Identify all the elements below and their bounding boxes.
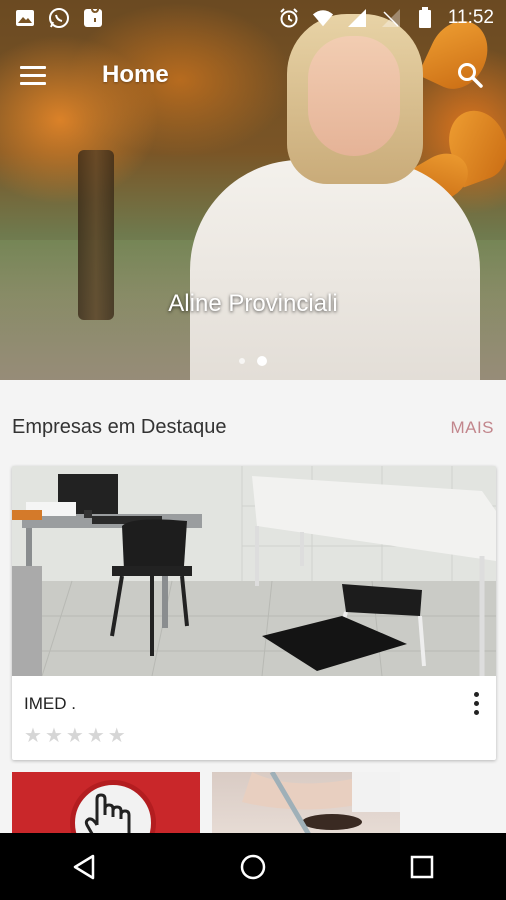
- rating-stars: ★ ★ ★ ★ ★: [24, 726, 126, 746]
- carousel-dot[interactable]: [239, 358, 245, 364]
- alarm-icon: [278, 7, 300, 29]
- star-icon: ★: [86, 725, 105, 747]
- status-time: 11:52: [447, 7, 494, 28]
- company-card[interactable]: IMED . ★ ★ ★ ★ ★: [12, 466, 496, 760]
- carousel-dot-active[interactable]: [257, 356, 267, 366]
- company-card-thumbnail[interactable]: [212, 772, 400, 840]
- status-bar: 11:52: [0, 0, 506, 36]
- more-options-icon[interactable]: [466, 688, 486, 718]
- section-title: Empresas em Destaque: [12, 416, 227, 438]
- wifi-icon: [312, 7, 334, 29]
- portrait-body: [190, 160, 480, 380]
- system-navigation-bar: [0, 833, 506, 900]
- hand-pointer-icon: [70, 780, 156, 840]
- star-icon: ★: [107, 725, 126, 747]
- maps-icon: [82, 7, 104, 29]
- company-name: IMED .: [24, 694, 76, 713]
- company-photo: [12, 466, 496, 676]
- page-title: Home: [102, 61, 169, 88]
- featured-section: Empresas em Destaque MAIS IMED . ★ ★ ★ ★…: [0, 380, 506, 840]
- image-icon: [14, 7, 36, 29]
- no-signal-icon: [380, 7, 402, 29]
- signal-icon: [346, 7, 368, 29]
- menu-icon[interactable]: [20, 55, 60, 95]
- search-icon[interactable]: [452, 57, 488, 93]
- recents-icon[interactable]: [392, 837, 452, 897]
- star-icon: ★: [65, 725, 84, 747]
- carousel-indicator: [0, 356, 506, 366]
- battery-icon: [414, 7, 436, 29]
- star-icon: ★: [44, 725, 63, 747]
- section-header: Empresas em Destaque MAIS: [12, 416, 494, 439]
- company-card-thumbnail[interactable]: [12, 772, 200, 840]
- back-icon[interactable]: [54, 837, 114, 897]
- more-link[interactable]: MAIS: [450, 418, 494, 438]
- star-icon: ★: [24, 725, 42, 747]
- hero-name: Aline Provinciali: [168, 290, 338, 317]
- app-bar: Home: [0, 46, 506, 104]
- whatsapp-icon: [48, 7, 70, 29]
- home-icon[interactable]: [223, 837, 283, 897]
